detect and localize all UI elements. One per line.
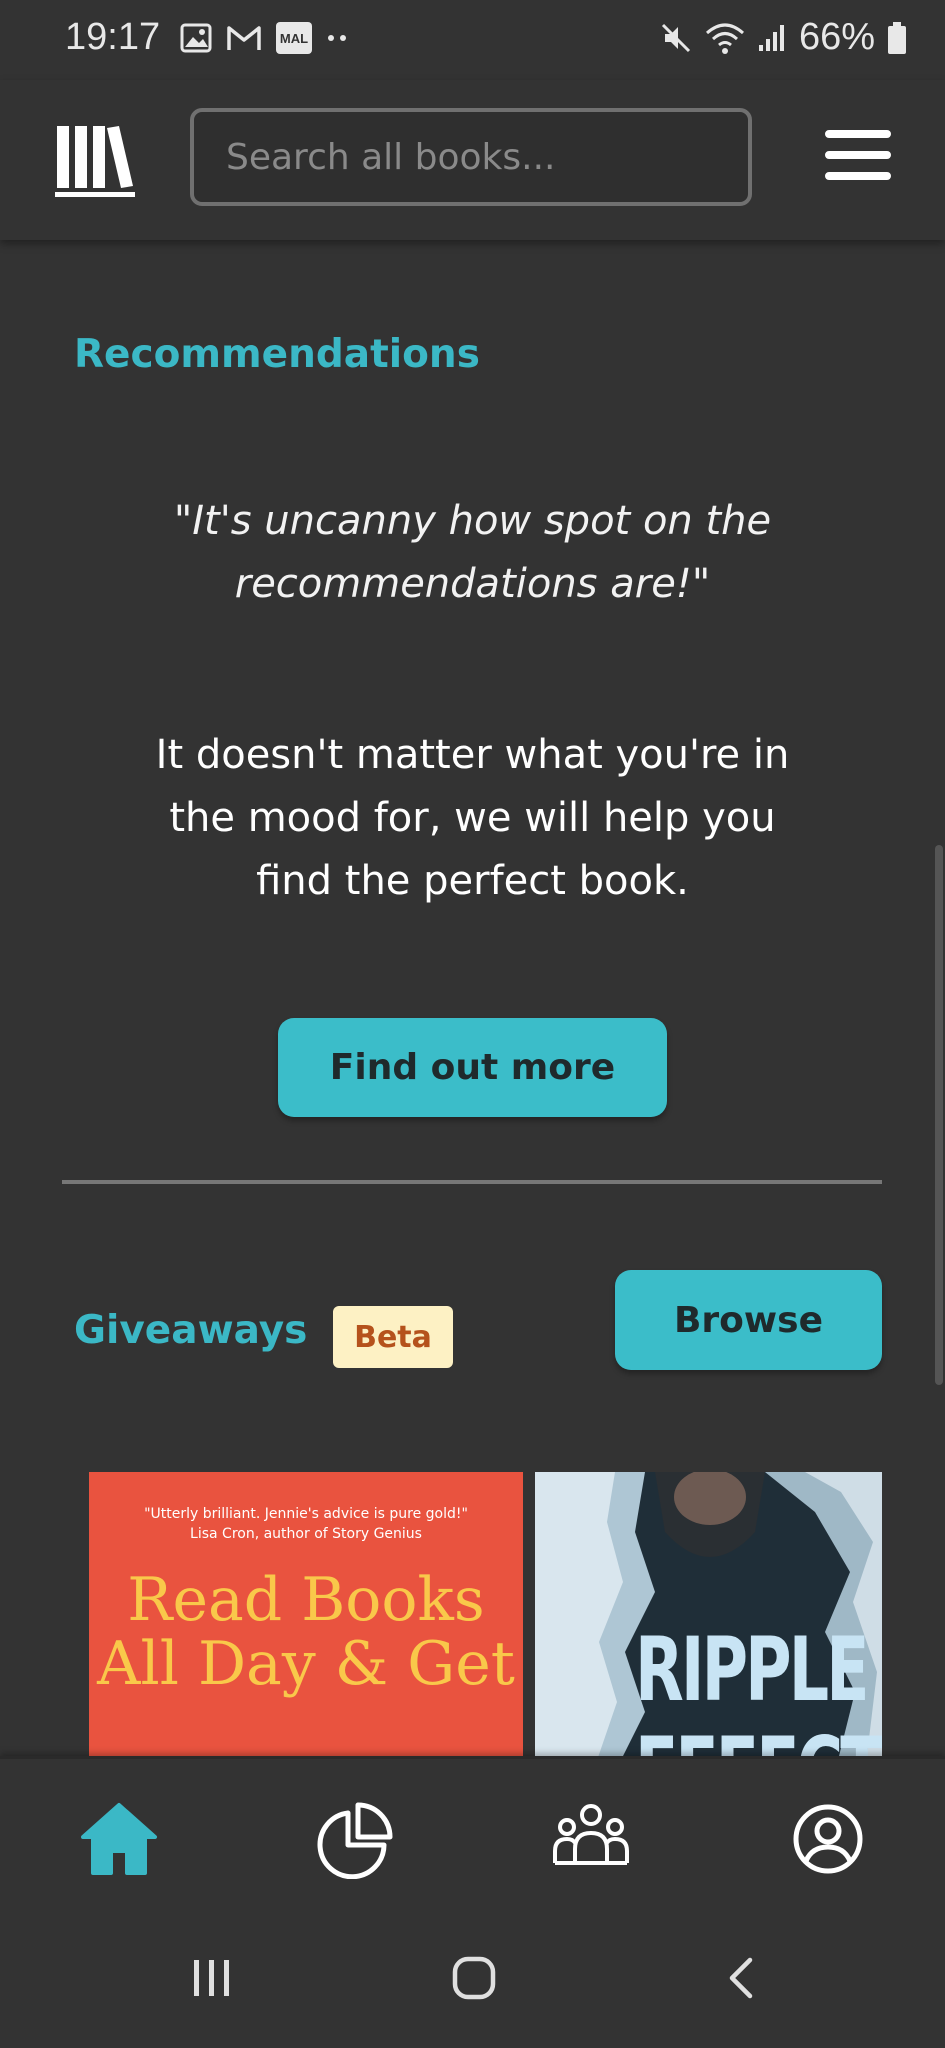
hamburger-menu-icon[interactable] [825,130,891,186]
mute-icon [661,23,690,52]
gallery-icon [180,23,212,53]
home-icon[interactable] [79,1799,159,1879]
status-bar: 19:17 MAL 66% [0,0,945,80]
books-logo-icon[interactable] [55,124,135,200]
community-icon[interactable] [551,1799,631,1879]
scrollbar-thumb[interactable] [935,845,943,1385]
battery-percent: 66% [798,16,875,58]
system-status-icons: 66% [659,16,907,59]
cover-blurb-line: Lisa Cron, author of Story Genius [190,1526,422,1542]
testimonial-quote: "It's uncanny how spot on the recommenda… [173,498,772,607]
battery-icon [888,21,906,54]
wifi-icon [705,23,744,54]
search-box[interactable] [190,108,752,206]
home-circle-icon[interactable] [452,1956,496,2000]
cover-title: RIPPLE EFFECT [635,1618,882,1757]
bottom-navigation [0,1756,945,1909]
top-app-bar [0,80,945,240]
menu-line [825,151,891,159]
recommendations-description: It doesn't matter what you're in the moo… [155,732,790,904]
find-out-more-button[interactable]: Find out more [278,1018,667,1117]
recents-icon[interactable] [190,1956,234,2000]
system-navigation-bar [0,1906,945,2048]
status-time: 19:17 [65,16,161,58]
book-cover-read-books-all-day[interactable]: "Utterly brilliant. Jennie's advice is p… [89,1472,523,1756]
profile-icon[interactable] [788,1799,868,1879]
giveaway-carousel[interactable]: "Utterly brilliant. Jennie's advice is p… [89,1472,882,1756]
cover-title: Read Books All Day & Get [97,1565,515,1699]
section-divider [62,1180,882,1184]
menu-line [825,172,891,180]
cover-blurb-line: "Utterly brilliant. Jennie's advice is p… [144,1506,468,1522]
menu-line [825,130,891,138]
notification-icons: MAL [180,22,350,54]
dots-icon [328,35,346,41]
book-cover-ripple-effect[interactable]: RIPPLE EFFECT [535,1472,882,1756]
signal-icon [758,24,784,51]
browse-button[interactable]: Browse [615,1270,882,1370]
giveaways-title: Giveaways [74,1308,308,1353]
search-input[interactable] [194,112,748,202]
back-icon[interactable] [720,1956,764,2000]
gmail-icon [227,26,261,50]
recommendations-title: Recommendations [74,332,480,377]
beta-badge: Beta [333,1306,453,1368]
stats-pie-icon[interactable] [314,1799,394,1879]
cover-blurb: "Utterly brilliant. Jennie's advice is p… [89,1504,523,1544]
mal-icon: MAL [276,22,312,54]
